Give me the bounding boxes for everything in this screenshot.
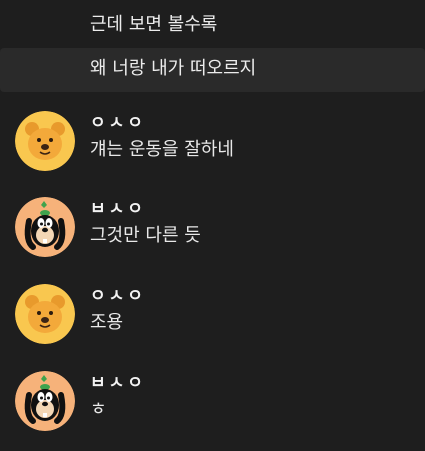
- message-author[interactable]: ㅂㅅㅇ: [90, 199, 146, 219]
- message-text: ㅎ: [90, 399, 107, 420]
- message-group[interactable]: ㅇㅅㅇ 조용: [0, 284, 425, 364]
- message-text: 그것만 다른 듯: [90, 225, 201, 246]
- message-text: 조용: [90, 312, 124, 333]
- message-author[interactable]: ㅇㅅㅇ: [90, 113, 146, 133]
- message-continuation-highlighted[interactable]: 왜 너랑 내가 떠오르지: [0, 48, 425, 92]
- message-text: 근데 보면 볼수록: [90, 14, 218, 35]
- message-author[interactable]: ㅇㅅㅇ: [90, 286, 146, 306]
- chat-message-list: 근데 보면 볼수록 왜 너랑 내가 떠오르지 ㅇㅅㅇ 걔는 운동을 잘하네 ㅂㅅ…: [0, 0, 425, 443]
- message-group[interactable]: ㅇㅅㅇ 걔는 운동을 잘하네: [0, 111, 425, 191]
- message-author[interactable]: ㅂㅅㅇ: [90, 373, 146, 393]
- message-text: 왜 너랑 내가 떠오르지: [90, 58, 257, 79]
- pooh-bear-avatar-icon[interactable]: [15, 111, 75, 171]
- goofy-avatar-icon[interactable]: [15, 371, 75, 431]
- pooh-bear-avatar-icon[interactable]: [15, 284, 75, 344]
- message-group[interactable]: ㅂㅅㅇ ㅎ: [0, 371, 425, 451]
- message-text: 걔는 운동을 잘하네: [90, 139, 234, 160]
- goofy-avatar-icon[interactable]: [15, 197, 75, 257]
- message-group[interactable]: ㅂㅅㅇ 그것만 다른 듯: [0, 197, 425, 277]
- message-continuation[interactable]: 근데 보면 볼수록: [0, 14, 425, 40]
